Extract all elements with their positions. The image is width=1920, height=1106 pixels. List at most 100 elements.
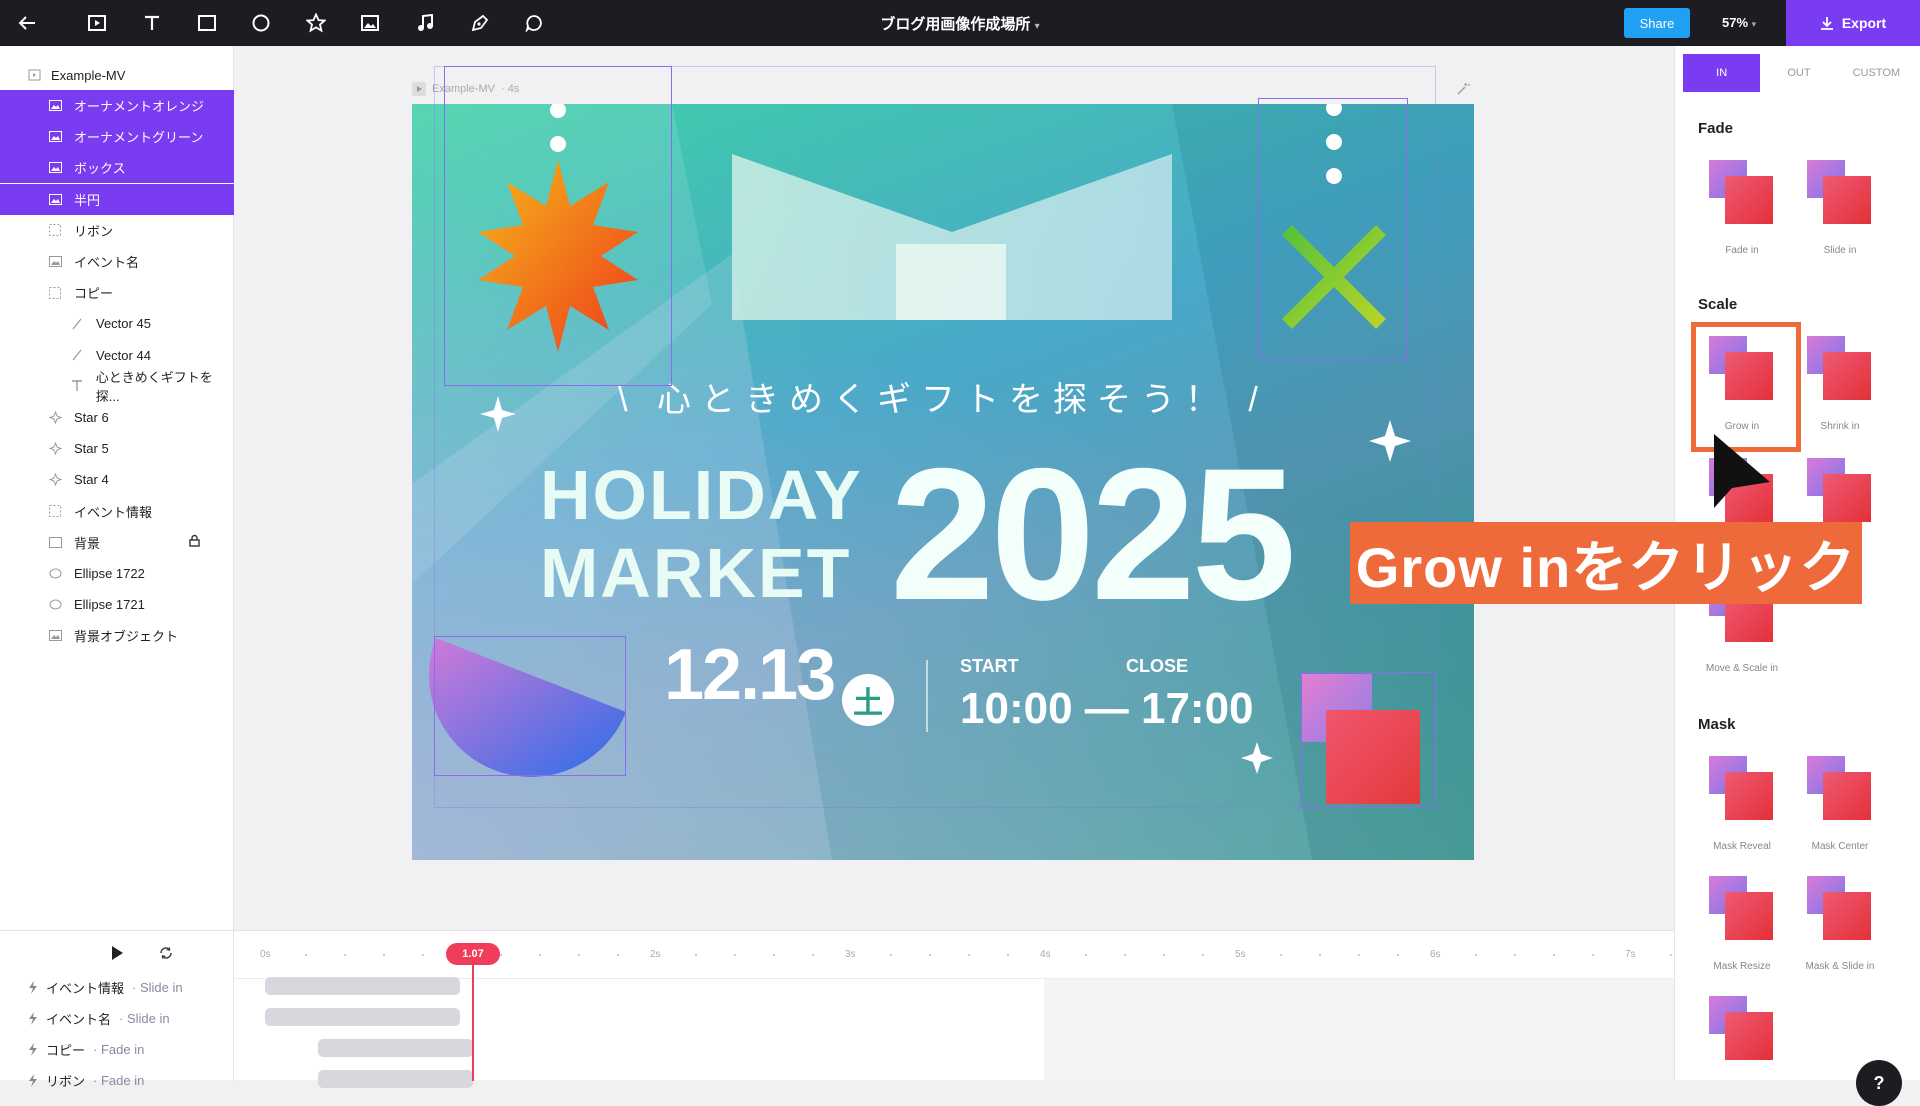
preset-label: Shrink in <box>1820 421 1860 432</box>
layer-label: 心ときめくギフトを探... <box>95 370 213 405</box>
layer-item[interactable]: イベント名 <box>0 246 234 277</box>
vector-icon <box>70 349 84 361</box>
ellipse-icon <box>48 599 62 611</box>
timeline-bar[interactable] <box>265 977 460 995</box>
track-effect: · Slide in <box>119 1011 170 1026</box>
timeline-track-label[interactable]: コピー · Fade in <box>28 1040 144 1059</box>
track-effect: · Slide in <box>132 980 183 995</box>
export-label: Export <box>1841 15 1887 31</box>
preset-thumbnail <box>1709 996 1775 1062</box>
layer-item[interactable]: リボン <box>0 215 234 246</box>
preset-slide-in[interactable]: Slide in <box>1795 150 1885 268</box>
preset-fade-in[interactable]: Fade in <box>1697 150 1787 268</box>
layer-item[interactable]: 背景 <box>0 527 234 558</box>
layers-panel: Example-MV オーナメントオレンジオーナメントグリーン ボックス半円リボン… <box>0 46 234 930</box>
layer-label: リボン <box>74 223 114 239</box>
lock-icon[interactable] <box>189 534 200 550</box>
layer-item[interactable]: 心ときめくギフトを探... <box>0 370 234 404</box>
playhead-line[interactable] <box>472 965 474 1081</box>
layer-item[interactable]: Vector 44 <box>0 340 234 371</box>
play-frame-icon[interactable] <box>412 82 426 96</box>
layer-root-frame[interactable]: Example-MV <box>0 64 234 86</box>
layer-item[interactable]: イベント情報 <box>0 496 234 527</box>
preset-mask-reveal[interactable]: Mask Reveal <box>1697 746 1787 864</box>
layer-label: Star 5 <box>74 441 109 457</box>
frame-icon <box>28 69 41 81</box>
timeline-bar[interactable] <box>265 1008 460 1026</box>
zoom-level[interactable]: 57% ▾ <box>1722 15 1756 30</box>
animation-tabs: IN OUT CUSTOM <box>1683 54 1915 92</box>
help-button[interactable]: ? <box>1856 1060 1902 1106</box>
layer-label: Vector 44 <box>96 347 151 363</box>
layer-item[interactable]: コピー <box>0 277 234 308</box>
preset-mask-center[interactable]: Mask Center <box>1795 746 1885 864</box>
layer-item[interactable]: Vector 45 <box>0 308 234 339</box>
preset-thumbnail <box>1807 876 1873 942</box>
timeline-bar[interactable] <box>318 1070 473 1088</box>
export-button[interactable]: Export <box>1786 0 1920 46</box>
image-icon <box>48 131 62 143</box>
timeline-dot <box>500 954 502 956</box>
preset-shrink-in[interactable]: Shrink in <box>1795 326 1885 444</box>
play-icon[interactable] <box>110 945 124 961</box>
tab-in[interactable]: IN <box>1683 54 1761 92</box>
timeline-dot <box>1319 954 1321 956</box>
layer-label: イベント名 <box>74 255 140 270</box>
loop-icon[interactable] <box>158 945 174 961</box>
layer-label: Star 4 <box>74 472 109 488</box>
share-button[interactable]: Share <box>1624 8 1690 38</box>
timeline-out-range <box>1044 979 1674 1081</box>
preset-mask-resize[interactable]: Mask Resize <box>1697 866 1787 984</box>
timeline-dot <box>929 954 931 956</box>
preset-thumbnail <box>1709 160 1775 226</box>
group-icon <box>48 505 62 518</box>
timeline-panel: 0s1s2s3s4s5s6s7s イベント情報· Slide inイベント名· … <box>0 930 1789 1089</box>
selection-group <box>434 66 1436 808</box>
layer-label: Star 6 <box>74 410 109 425</box>
group-icon <box>48 286 62 299</box>
layer-item[interactable]: ボックス <box>0 152 234 184</box>
layer-item[interactable]: Ellipse 1722 <box>0 558 234 589</box>
text-icon <box>70 380 84 392</box>
playhead[interactable]: 1.07 <box>446 943 500 965</box>
section-scale-title: Scale <box>1698 296 1738 313</box>
layer-item[interactable]: Star 5 <box>0 433 234 464</box>
layer-root-label: Example-MV <box>51 67 126 83</box>
layer-item[interactable]: オーナメントオレンジ <box>0 90 234 121</box>
timeline-track-label[interactable]: リボン · Fade in <box>28 1071 144 1090</box>
magic-wand-icon[interactable] <box>1456 82 1470 96</box>
track-name: コピー <box>46 1043 86 1058</box>
timeline-track-label[interactable]: イベント名 · Slide in <box>28 1009 170 1028</box>
layer-label: Vector 45 <box>96 316 151 332</box>
track-name: イベント情報 <box>46 981 125 996</box>
layer-item[interactable]: 背景オブジェクト <box>0 620 234 651</box>
timeline-dot <box>1007 954 1009 956</box>
layer-item[interactable]: Star 4 <box>0 464 234 495</box>
timeline-dot <box>344 954 346 956</box>
preset-thumbnail <box>1709 876 1775 942</box>
timeline-tick: 7s <box>1625 949 1636 960</box>
track-effect: · Fade in <box>93 1073 145 1088</box>
image-icon <box>48 630 62 642</box>
timeline-dot <box>617 954 619 956</box>
timeline-bar[interactable] <box>318 1039 473 1057</box>
preset-mask-extra[interactable] <box>1697 986 1787 1104</box>
lightning-icon <box>29 1074 37 1087</box>
tab-custom[interactable]: CUSTOM <box>1838 54 1915 92</box>
layer-item[interactable]: オーナメントグリーン <box>0 121 234 153</box>
tab-out[interactable]: OUT <box>1760 54 1837 92</box>
image-icon <box>48 162 62 174</box>
preset-label: Move & Scale in <box>1705 663 1779 674</box>
layer-item[interactable]: 半円 <box>0 183 234 215</box>
group-icon <box>48 224 62 237</box>
layer-item[interactable]: Star 6 <box>0 402 234 433</box>
layer-label: ボックス <box>74 161 126 177</box>
vector-icon <box>70 318 84 330</box>
preset-thumbnail <box>1807 458 1873 524</box>
timeline-tick: 0s <box>260 949 271 960</box>
timeline-track-label[interactable]: イベント情報 · Slide in <box>28 978 183 997</box>
layer-item[interactable]: Ellipse 1721 <box>0 589 234 620</box>
layer-label: オーナメントグリーン <box>74 130 204 146</box>
preset-mask-slide-in[interactable]: Mask & Slide in <box>1795 866 1885 984</box>
track-name: リボン <box>46 1074 86 1089</box>
